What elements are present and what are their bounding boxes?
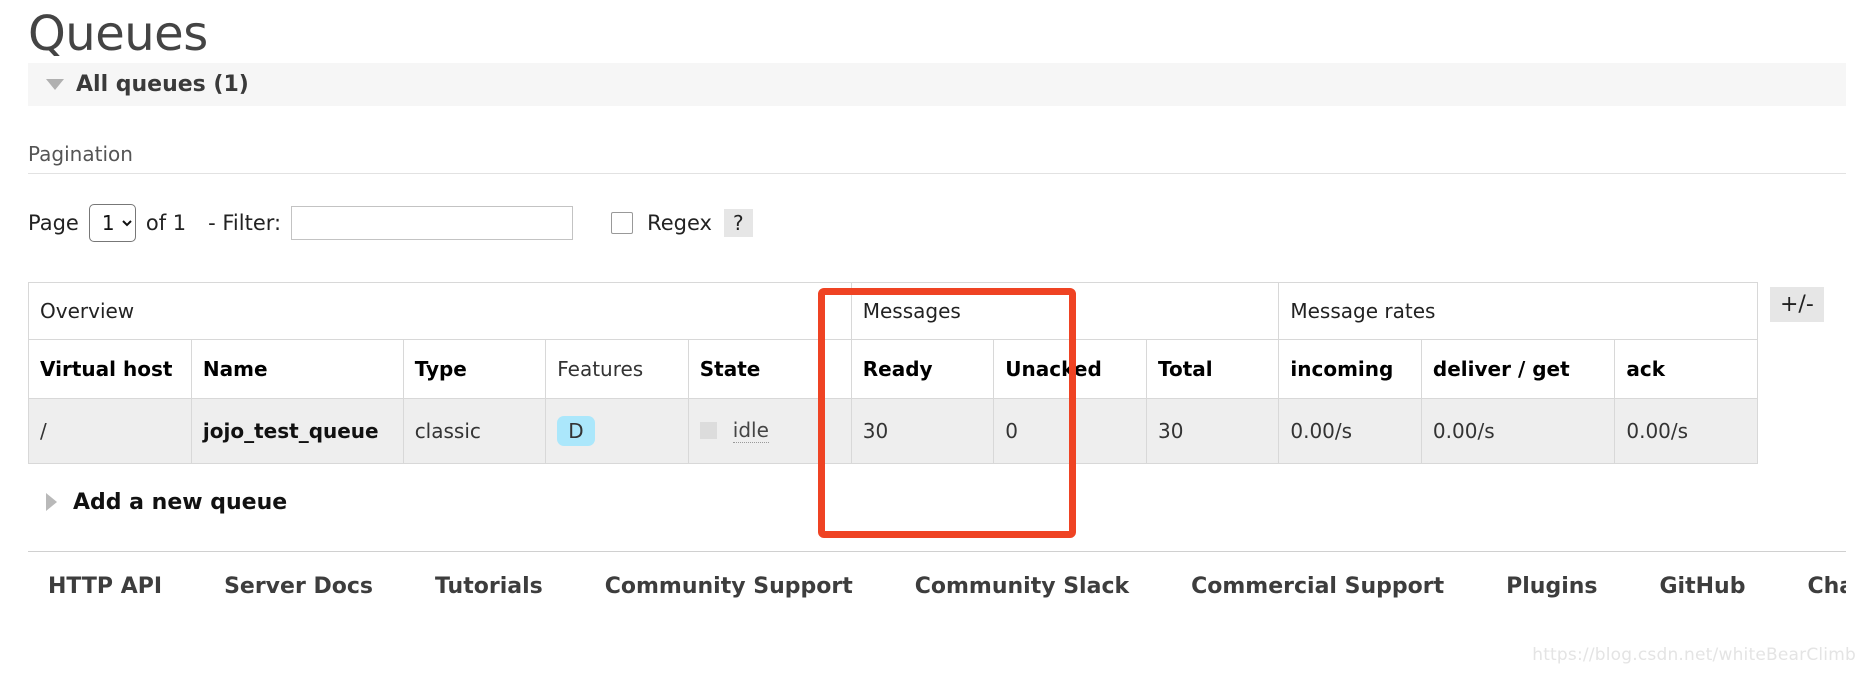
page-label: Page	[28, 210, 79, 235]
add-new-queue-section[interactable]: Add a new queue	[46, 490, 1846, 515]
cell-total: 30	[1146, 397, 1280, 464]
column-header-features[interactable]: Features	[545, 338, 689, 399]
pagination-heading: Pagination	[28, 142, 1846, 174]
cell-incoming: 0.00/s	[1278, 397, 1422, 464]
state-label: idle	[732, 418, 769, 444]
all-queues-section-header[interactable]: All queues (1)	[28, 62, 1846, 106]
footer-link-server-docs[interactable]: Server Docs	[224, 574, 373, 599]
footer-link-plugins[interactable]: Plugins	[1506, 574, 1597, 599]
group-header-overview: Overview	[28, 281, 852, 340]
column-header-unacked[interactable]: Unacked	[993, 338, 1148, 399]
group-header-messages: Messages	[850, 281, 1280, 340]
pagination-controls: Page 1 of 1 - Filter: Regex ?	[28, 174, 1846, 242]
footer-link-http-api[interactable]: HTTP API	[48, 574, 162, 599]
cell-features: D	[545, 397, 689, 464]
all-queues-label: All queues (1)	[76, 71, 249, 97]
cell-ready: 30	[850, 397, 995, 464]
add-new-queue-label: Add a new queue	[73, 489, 288, 515]
cell-type: classic	[402, 397, 547, 464]
table-group-header-row: Overview Messages Message rates	[28, 281, 1758, 340]
cell-deliver-get: 0.00/s	[1420, 397, 1616, 464]
triangle-down-icon[interactable]	[46, 78, 64, 90]
column-header-name[interactable]: Name	[190, 338, 404, 399]
durable-badge[interactable]: D	[557, 415, 595, 446]
cell-state: idle	[687, 397, 852, 464]
table-column-header-row: Virtual host Name Type Features State Re…	[28, 338, 1758, 399]
regex-checkbox[interactable]	[611, 211, 634, 234]
regex-help-icon[interactable]: ?	[723, 208, 753, 237]
cell-unacked: 0	[993, 397, 1148, 464]
filter-label: - Filter:	[208, 210, 282, 235]
table-row: / jojo_test_queue classic D idle 30 0 30	[28, 397, 1758, 464]
queues-table-container: Overview Messages Message rates Virtual …	[28, 281, 1846, 464]
state-indicator-icon	[699, 422, 717, 440]
column-header-total[interactable]: Total	[1146, 338, 1280, 399]
filter-input[interactable]	[291, 205, 574, 240]
column-header-type[interactable]: Type	[402, 338, 547, 399]
triangle-right-icon[interactable]	[46, 493, 57, 512]
column-header-ack[interactable]: ack	[1614, 338, 1758, 399]
column-header-incoming[interactable]: incoming	[1278, 338, 1422, 399]
footer-link-changelog[interactable]: Chan	[1807, 574, 1846, 599]
group-header-message-rates: Message rates	[1278, 281, 1758, 340]
toggle-columns-button[interactable]: +/-	[1770, 286, 1824, 323]
queue-name-link[interactable]: jojo_test_queue	[203, 419, 379, 443]
watermark: https://blog.csdn.net/whiteBearClimb	[1532, 645, 1856, 665]
regex-label: Regex	[647, 210, 712, 235]
pagination-section: Pagination Page 1 of 1 - Filter: Regex ?	[28, 106, 1846, 242]
column-header-virtual-host[interactable]: Virtual host	[28, 338, 192, 399]
column-header-ready[interactable]: Ready	[850, 338, 995, 399]
cell-ack: 0.00/s	[1614, 397, 1758, 464]
cell-name: jojo_test_queue	[190, 397, 404, 464]
footer-link-github[interactable]: GitHub	[1660, 574, 1746, 599]
footer-link-community-slack[interactable]: Community Slack	[915, 574, 1129, 599]
page-title: Queues	[28, 6, 208, 62]
cell-virtual-host: /	[28, 397, 192, 464]
footer-link-commercial-support[interactable]: Commercial Support	[1191, 574, 1444, 599]
footer-links: HTTP API Server Docs Tutorials Community…	[28, 550, 1846, 599]
page-select[interactable]: 1	[88, 203, 136, 242]
column-header-deliver-get[interactable]: deliver / get	[1420, 338, 1616, 399]
column-header-state[interactable]: State	[687, 338, 852, 399]
footer-link-tutorials[interactable]: Tutorials	[435, 574, 543, 599]
page-total-label: of 1	[145, 210, 187, 235]
queues-table: Overview Messages Message rates Virtual …	[28, 281, 1758, 464]
footer-link-community-support[interactable]: Community Support	[605, 574, 853, 599]
